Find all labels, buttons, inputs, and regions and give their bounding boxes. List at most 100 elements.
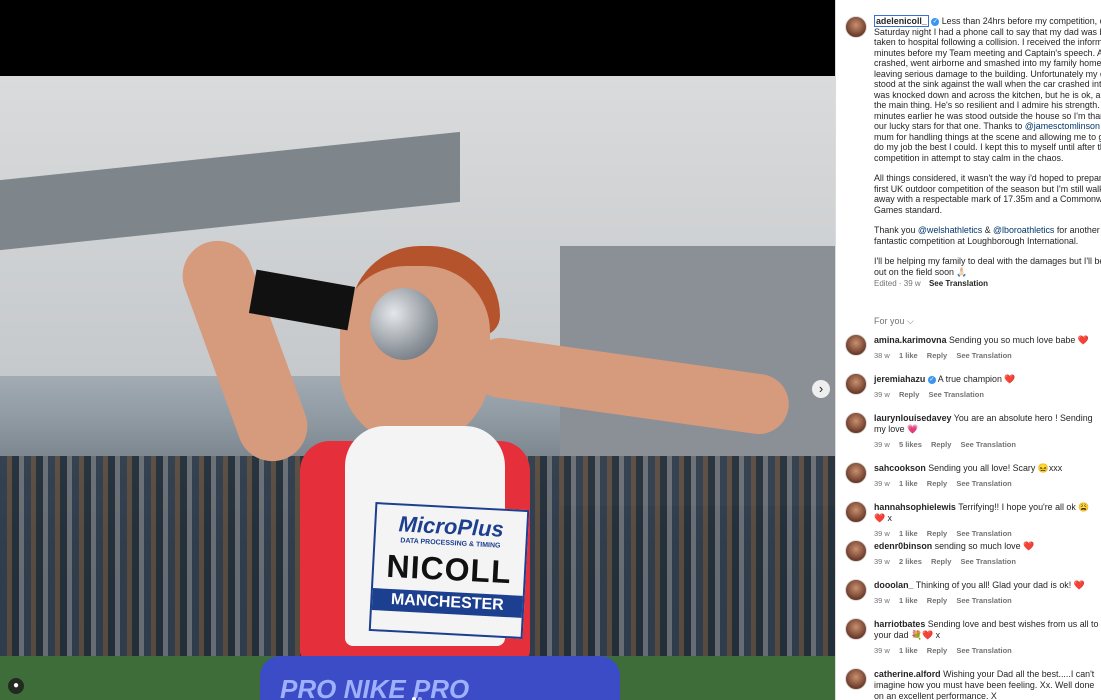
avatar[interactable] (845, 501, 867, 523)
see-translation-button[interactable]: See Translation (929, 279, 988, 288)
mention-link[interactable]: @lboroathletics (993, 225, 1054, 235)
reply-button[interactable]: Reply (927, 529, 947, 538)
race-bib: MicroPlus DATA PROCESSING & TIMING NICOL… (368, 502, 530, 639)
user-tag-icon[interactable]: ● (8, 678, 24, 694)
comment-meta: 39 w Reply See Translation (874, 389, 1099, 400)
comment-item: hannahsophielewis Terrifying!! I hope yo… (874, 502, 1099, 539)
comment-time: 39 w (874, 440, 890, 449)
chevron-right-icon[interactable]: › (812, 380, 830, 398)
reply-button[interactable]: Reply (931, 557, 951, 566)
comment-text: Sending you so much love babe ❤️ (948, 335, 1089, 345)
comment-likes[interactable]: 2 likes (899, 557, 922, 566)
athlete-arm-right (467, 334, 793, 438)
comment-item: jeremiahazu ✓ A true champion ❤️ 39 w Re… (874, 374, 1099, 400)
comment-meta: 39 w 1 like Reply See Translation (874, 478, 1099, 489)
reply-button[interactable]: Reply (931, 440, 951, 449)
athlete-arm-left (172, 230, 318, 472)
comment-username[interactable]: harriotbates (874, 619, 925, 629)
post-media: MicroPlus DATA PROCESSING & TIMING NICOL… (0, 0, 835, 700)
avatar[interactable] (845, 373, 867, 395)
reply-button[interactable]: Reply (927, 596, 947, 605)
comment-meta: 39 w 1 like Reply See Translation (874, 595, 1099, 606)
comment-meta: 39 w 5 likes Reply See Translation (874, 439, 1099, 450)
reply-button[interactable]: Reply (899, 390, 919, 399)
caption-paragraph: I'll be helping my family to deal with t… (874, 256, 1101, 277)
edited-label: Edited · 39 w (874, 279, 921, 288)
verified-icon: ✓ (931, 17, 940, 26)
comment-time: 39 w (874, 646, 890, 655)
athlete-shorts: PRO NIKE PRO (260, 656, 620, 700)
comment-likes[interactable]: 5 likes (899, 440, 922, 449)
reply-button[interactable]: Reply (927, 479, 947, 488)
comment-text: sending so much love ❤️ (934, 541, 1035, 551)
see-translation-button[interactable]: See Translation (956, 596, 1011, 605)
avatar[interactable] (845, 668, 867, 690)
shot-put-ball (370, 288, 438, 360)
comment-username[interactable]: sahcookson (874, 463, 926, 473)
comment-text: Thinking of you all! Glad your dad is ok… (915, 580, 1085, 590)
comment-likes[interactable]: 1 like (899, 479, 918, 488)
comment-time: 38 w (874, 351, 890, 360)
mention-link[interactable]: @jamesctomlinson (1025, 121, 1100, 131)
comment-username[interactable]: edenr0binson (874, 541, 932, 551)
comment-time: 39 w (874, 479, 890, 488)
see-translation-button[interactable]: See Translation (956, 479, 1011, 488)
comment-username[interactable]: catherine.alford (874, 669, 941, 679)
comment-username[interactable]: jeremiahazu (874, 374, 925, 384)
caption-paragraph: All things considered, it wasn't the way… (874, 173, 1101, 215)
caption-text: Less than 24hrs before my competition, o… (874, 16, 1101, 131)
comment-item: harriotbates Sending love and best wishe… (874, 619, 1099, 656)
see-translation-button[interactable]: See Translation (961, 440, 1016, 449)
avatar[interactable] (845, 334, 867, 356)
comment-meta: 38 w 1 like Reply See Translation (874, 350, 1099, 361)
verified-icon: ✓ (927, 375, 936, 384)
comment-text: Sending you all love! Scary 😖xxx (928, 463, 1063, 473)
comment-item: catherine.alford Wishing your Dad all th… (874, 669, 1099, 700)
mention-link[interactable]: @welshathletics (918, 225, 982, 235)
comment-likes[interactable]: 1 like (899, 529, 918, 538)
avatar[interactable] (845, 540, 867, 562)
comments-panel: adelenicoll_ ✓ Less than 24hrs before my… (835, 0, 1101, 700)
comment-item: sahcookson Sending you all love! Scary 😖… (874, 463, 1099, 489)
comment-username[interactable]: hannahsophielewis (874, 502, 956, 512)
see-translation-button[interactable]: See Translation (928, 390, 983, 399)
comment-username[interactable]: laurynlouisedavey (874, 413, 951, 423)
comment-time: 39 w (874, 529, 890, 538)
comment-item: amina.karimovna Sending you so much love… (874, 335, 1099, 361)
caption-text: & (984, 225, 991, 235)
avatar[interactable] (845, 579, 867, 601)
comment-meta: 39 w 1 like Reply See Translation (874, 528, 1099, 539)
caption-meta: Edited · 39 w See Translation (874, 279, 1101, 290)
comment-likes[interactable]: 1 like (899, 646, 918, 655)
bib-city: MANCHESTER (371, 588, 523, 618)
comment-text: A true champion ❤️ (937, 374, 1016, 384)
post-caption: adelenicoll_ ✓ Less than 24hrs before my… (874, 15, 1101, 290)
reply-button[interactable]: Reply (927, 646, 947, 655)
see-translation-button[interactable]: See Translation (956, 351, 1011, 360)
comment-meta: 39 w 1 like Reply See Translation (874, 645, 1099, 656)
comment-item: laurynlouisedavey You are an absolute he… (874, 413, 1099, 450)
comment-likes[interactable]: 1 like (899, 596, 918, 605)
comment-item: edenr0binson sending so much love ❤️ 39 … (874, 541, 1099, 567)
caption-text: Thank you (874, 225, 916, 235)
comment-time: 39 w (874, 390, 890, 399)
athlete: MicroPlus DATA PROCESSING & TIMING NICOL… (170, 156, 793, 700)
comment-likes[interactable]: 1 like (899, 351, 918, 360)
comment-item: dooolan_ Thinking of you all! Glad your … (874, 580, 1099, 606)
comment-username[interactable]: amina.karimovna (874, 335, 947, 345)
avatar[interactable] (845, 618, 867, 640)
see-translation-button[interactable]: See Translation (956, 529, 1011, 538)
caption-username[interactable]: adelenicoll_ (874, 15, 929, 27)
post-photo[interactable]: MicroPlus DATA PROCESSING & TIMING NICOL… (0, 76, 835, 700)
see-translation-button[interactable]: See Translation (956, 646, 1011, 655)
sort-dropdown[interactable]: For you ⌵ (874, 316, 914, 327)
see-translation-button[interactable]: See Translation (961, 557, 1016, 566)
avatar[interactable] (845, 462, 867, 484)
avatar[interactable] (845, 412, 867, 434)
bib-name: NICOLL (385, 547, 513, 591)
comment-meta: 39 w 2 likes Reply See Translation (874, 556, 1099, 567)
reply-button[interactable]: Reply (927, 351, 947, 360)
comment-username[interactable]: dooolan_ (874, 580, 913, 590)
comment-time: 39 w (874, 596, 890, 605)
avatar[interactable] (845, 16, 867, 38)
